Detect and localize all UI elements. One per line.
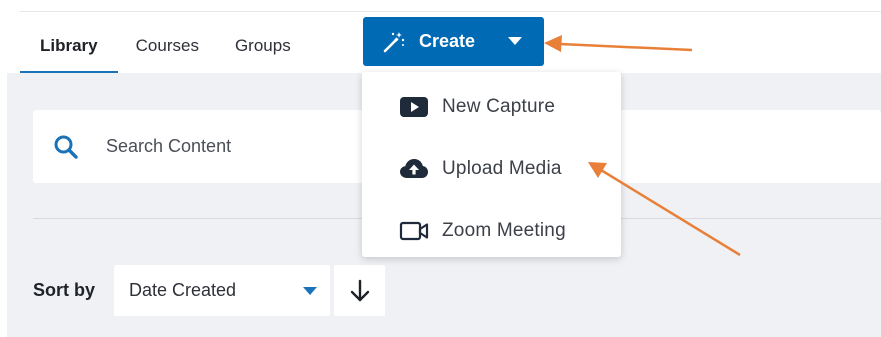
caret-down-icon — [303, 287, 317, 295]
annotation-arrow-create — [544, 35, 693, 52]
search-icon — [54, 135, 78, 159]
sort-by-label: Sort by — [33, 280, 96, 300]
tab-library-label: Library — [40, 35, 98, 55]
magic-wand-icon — [383, 32, 405, 53]
arrow-down-icon — [350, 279, 370, 302]
tab-courses[interactable]: Courses — [118, 18, 217, 73]
sort-direction-button[interactable] — [334, 265, 385, 316]
tab-library[interactable]: Library — [20, 18, 118, 73]
create-button[interactable]: Create — [363, 17, 544, 66]
nav-tabs: Library Courses Groups — [20, 18, 309, 73]
tab-groups[interactable]: Groups — [217, 18, 309, 73]
video-play-icon — [400, 97, 428, 117]
search-input[interactable]: Search Content — [106, 136, 231, 157]
menu-item-upload-media[interactable]: Upload Media — [362, 138, 621, 194]
app-window: Library Courses Groups Create Search Con… — [0, 0, 881, 337]
chevron-down-icon — [508, 37, 522, 45]
create-button-label: Create — [419, 31, 476, 51]
video-camera-icon — [399, 221, 429, 241]
cloud-upload-icon — [400, 159, 428, 178]
tab-courses-label: Courses — [135, 35, 199, 55]
menu-item-new-capture-label: New Capture — [442, 96, 556, 117]
menu-item-new-capture[interactable]: New Capture — [362, 76, 621, 132]
top-divider — [20, 11, 881, 12]
sort-select[interactable]: Date Created — [114, 265, 330, 316]
menu-item-zoom-meeting-label: Zoom Meeting — [442, 220, 566, 241]
sort-select-value: Date Created — [129, 280, 237, 300]
tab-groups-label: Groups — [234, 35, 291, 55]
menu-item-zoom-meeting[interactable]: Zoom Meeting — [362, 200, 621, 256]
menu-item-upload-media-label: Upload Media — [442, 158, 562, 179]
create-dropdown-menu: New Capture Upload Media Zoom Meeting — [362, 72, 621, 257]
